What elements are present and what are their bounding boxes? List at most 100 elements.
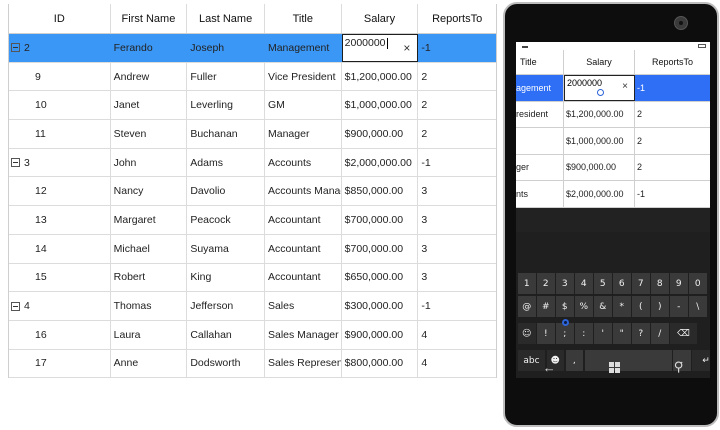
keyboard-key[interactable]: \ [689, 296, 707, 317]
phone-reports-to-cell[interactable]: -1 [635, 181, 710, 207]
column-header-id[interactable]: ID [9, 4, 111, 33]
table-row-parent[interactable]: 4 Thomas Jefferson Sales $300,000.00 -1 [9, 292, 496, 321]
phone-title-cell[interactable]: nts [516, 181, 564, 207]
salary-edit-input[interactable]: 2000000 × [341, 34, 419, 62]
phone-table-row[interactable]: $1,000,000.00 2 [516, 128, 710, 155]
column-header-first-name[interactable]: First Name [111, 4, 188, 33]
reports-to-cell[interactable]: 4 [418, 321, 496, 349]
collapse-icon[interactable] [11, 158, 20, 168]
table-row[interactable]: 12 Nancy Davolio Accounts Manager $850,0… [9, 177, 496, 207]
last-name-cell[interactable]: Fuller [187, 62, 265, 91]
keyboard-key[interactable]: 5 [594, 273, 612, 294]
first-name-cell[interactable]: Nancy [111, 177, 188, 206]
column-header-title[interactable]: Title [265, 4, 342, 33]
phone-column-header-reports-to[interactable]: ReportsTo [635, 50, 710, 74]
salary-cell[interactable]: $1,200,000.00 [342, 62, 419, 91]
title-cell[interactable]: Accountant [265, 263, 342, 292]
last-name-cell[interactable]: Leverling [187, 91, 265, 120]
table-row[interactable]: 11 Steven Buchanan Manager $900,000.00 2 [9, 120, 496, 149]
phone-title-cell[interactable]: ger [516, 154, 564, 180]
first-name-cell[interactable]: Robert [111, 263, 188, 292]
last-name-cell[interactable]: Peacock [187, 206, 265, 234]
reports-to-cell[interactable]: 2 [418, 91, 496, 119]
salary-cell[interactable]: $2,000,000.00 [342, 148, 419, 177]
column-header-last-name[interactable]: Last Name [187, 4, 265, 33]
first-name-cell[interactable]: Michael [111, 234, 188, 263]
table-row[interactable]: 10 Janet Leverling GM $1,000,000.00 2 [9, 91, 496, 121]
keyboard-key[interactable]: - [670, 296, 688, 317]
keyboard-key[interactable]: ( [632, 296, 650, 317]
id-cell[interactable]: 2 [9, 34, 111, 62]
salary-cell[interactable]: $900,000.00 [342, 320, 419, 349]
phone-salary-edit-input[interactable]: 2000000 × [564, 75, 635, 101]
last-name-cell[interactable]: Dodsworth [187, 349, 265, 378]
table-row[interactable]: 14 Michael Suyama Accountant $700,000.00… [9, 234, 496, 264]
keyboard-key[interactable]: 8 [651, 273, 669, 294]
id-cell[interactable]: 14 [9, 234, 111, 263]
phone-column-header-salary[interactable]: Salary [564, 50, 635, 74]
keyboard-key[interactable]: ; [556, 323, 574, 344]
phone-title-cell[interactable] [516, 128, 564, 154]
collapse-icon[interactable] [11, 301, 20, 311]
clear-icon[interactable]: × [403, 41, 410, 55]
reports-to-cell[interactable]: 2 [418, 120, 496, 148]
keyboard-key[interactable]: ! [537, 323, 555, 344]
salary-cell[interactable]: $300,000.00 [342, 292, 419, 320]
last-name-cell[interactable]: Jefferson [187, 292, 265, 320]
keyboard-key[interactable]: 3 [556, 273, 574, 294]
phone-reports-to-cell[interactable]: 2 [635, 128, 710, 154]
keyboard-key[interactable]: % [575, 296, 593, 317]
phone-table-row[interactable]: resident $1,200,000.00 2 [516, 101, 710, 128]
phone-table-row-selected[interactable]: agement 2000000 × -1 [516, 75, 710, 102]
phone-salary-cell[interactable]: $1,200,000.00 [564, 101, 635, 127]
salary-cell[interactable]: $700,000.00 [342, 234, 419, 263]
last-name-cell[interactable]: Callahan [187, 320, 265, 349]
reports-to-cell[interactable]: 3 [418, 235, 496, 263]
keyboard-key[interactable]: # [537, 296, 555, 317]
windows-start-icon[interactable] [609, 361, 621, 373]
search-icon[interactable]: ⚲ [674, 359, 684, 375]
id-cell[interactable]: 4 [9, 292, 111, 320]
table-row[interactable]: 16 Laura Callahan Sales Manager $900,000… [9, 320, 496, 350]
phone-salary-cell[interactable]: $900,000.00 [564, 154, 635, 180]
back-icon[interactable]: ← [543, 360, 556, 375]
keyboard-key[interactable]: $ [556, 296, 574, 317]
title-cell[interactable]: Sales [265, 292, 342, 320]
salary-cell[interactable]: $850,000.00 [342, 177, 419, 206]
title-cell[interactable]: Accounts Manager [265, 177, 342, 206]
first-name-cell[interactable]: Thomas [111, 292, 188, 320]
keyboard-key[interactable]: ? [632, 323, 650, 344]
keyboard-key[interactable]: ' [594, 323, 612, 344]
text-cursor-handle-icon[interactable] [597, 89, 604, 96]
last-name-cell[interactable]: Joseph [187, 34, 265, 62]
id-cell[interactable]: 13 [9, 206, 111, 234]
keyboard-key[interactable]: 2 [537, 273, 555, 294]
id-cell[interactable]: 3 [9, 148, 111, 177]
title-cell[interactable]: Sales Manager [265, 320, 342, 349]
last-name-cell[interactable]: King [187, 263, 265, 292]
keyboard-key[interactable]: 0 [689, 273, 707, 294]
first-name-cell[interactable]: John [111, 148, 188, 177]
salary-cell[interactable]: $650,000.00 [342, 263, 419, 292]
keyboard-key[interactable]: 9 [670, 273, 688, 294]
id-cell[interactable]: 15 [9, 263, 111, 292]
reports-to-cell[interactable]: 3 [418, 177, 496, 205]
reports-to-cell[interactable]: -1 [418, 149, 496, 177]
keyboard-key[interactable]: @ [518, 296, 536, 317]
table-row[interactable]: 13 Margaret Peacock Accountant $700,000.… [9, 206, 496, 235]
first-name-cell[interactable]: Margaret [111, 206, 188, 234]
title-cell[interactable]: Accountant [265, 234, 342, 263]
id-cell[interactable]: 11 [9, 120, 111, 148]
keyboard-key[interactable]: ☺ [518, 323, 536, 344]
title-cell[interactable]: Management [265, 34, 342, 62]
last-name-cell[interactable]: Davolio [187, 177, 265, 206]
phone-reports-to-cell[interactable]: 2 [635, 155, 710, 181]
title-cell[interactable]: Manager [265, 120, 342, 148]
phone-title-cell[interactable]: agement [516, 75, 564, 101]
salary-cell[interactable]: $1,000,000.00 [342, 91, 419, 120]
reports-to-cell[interactable]: -1 [418, 34, 496, 62]
keyboard-key[interactable]: ) [651, 296, 669, 317]
reports-to-cell[interactable]: 4 [418, 350, 496, 378]
id-cell[interactable]: 17 [9, 349, 111, 378]
keyboard-key[interactable]: & [594, 296, 612, 317]
